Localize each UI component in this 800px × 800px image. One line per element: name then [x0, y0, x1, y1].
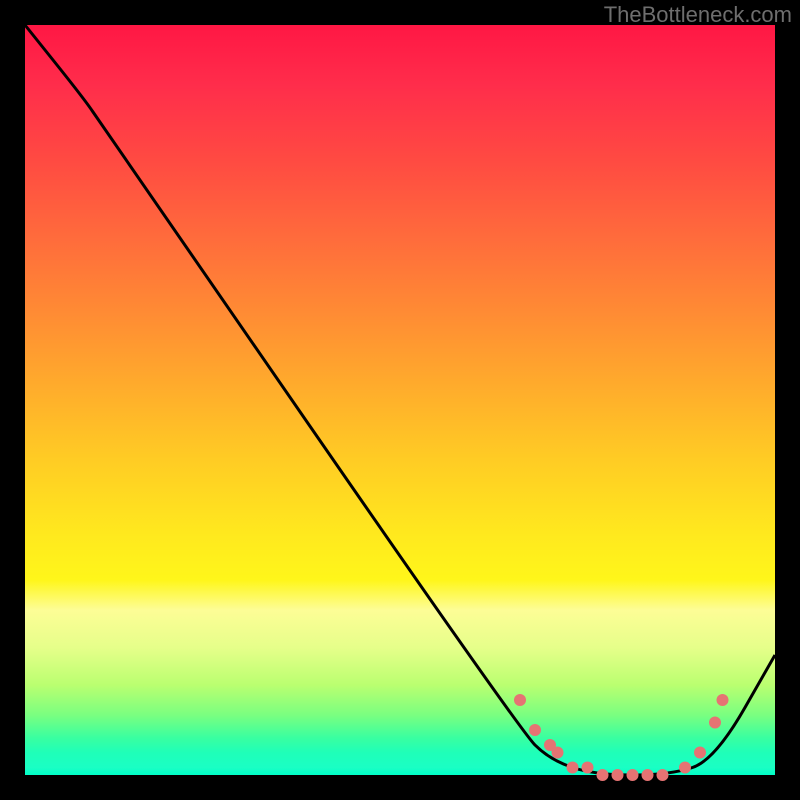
data-marker	[552, 747, 564, 759]
data-marker	[529, 724, 541, 736]
data-marker	[642, 769, 654, 781]
chart-svg	[25, 25, 775, 775]
curve-group	[25, 25, 775, 775]
data-marker	[582, 762, 594, 774]
data-marker	[657, 769, 669, 781]
markers-group	[514, 694, 729, 781]
plot-area	[25, 25, 775, 775]
data-marker	[709, 717, 721, 729]
chart-stage: TheBottleneck.com	[0, 0, 800, 800]
data-marker	[567, 762, 579, 774]
data-marker	[597, 769, 609, 781]
data-marker	[717, 694, 729, 706]
data-marker	[514, 694, 526, 706]
bottleneck-curve	[25, 25, 775, 775]
data-marker	[627, 769, 639, 781]
data-marker	[612, 769, 624, 781]
data-marker	[679, 762, 691, 774]
data-marker	[694, 747, 706, 759]
